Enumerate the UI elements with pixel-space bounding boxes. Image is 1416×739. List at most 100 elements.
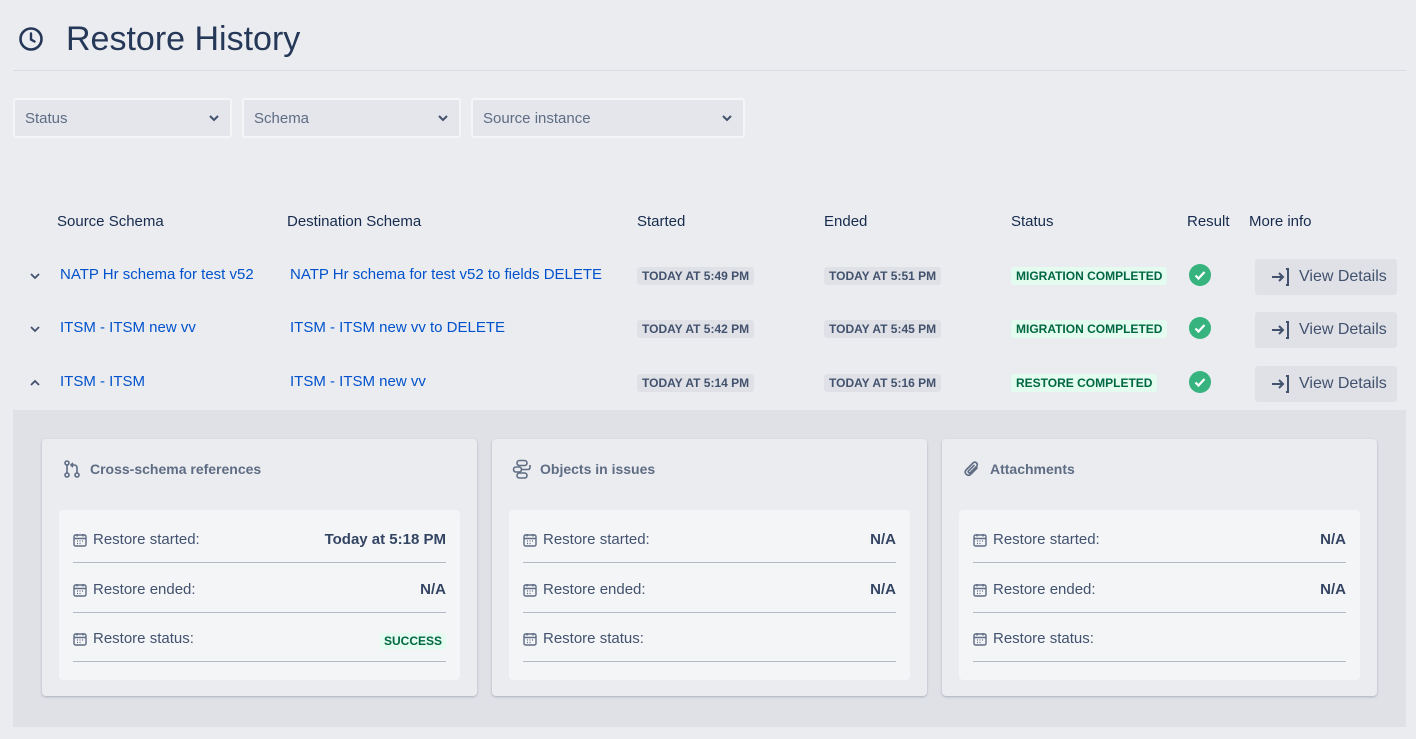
destination-schema-link[interactable]: ITSM - ITSM new vv (290, 373, 426, 390)
restore-started-value: N/A (870, 531, 896, 548)
expand-chevron-icon[interactable] (28, 269, 42, 283)
started-lozenge: TODAY AT 5:49 PM (637, 267, 755, 285)
calendar-icon (973, 633, 987, 646)
restore-started-label: Restore started: (93, 531, 200, 548)
collapse-chevron-icon[interactable] (28, 376, 42, 390)
table-row: ITSM - ITSM new vv ITSM - ITSM new vv to… (0, 305, 1416, 355)
started-lozenge: TODAY AT 5:14 PM (637, 374, 755, 392)
restore-status-label: Restore status: (993, 630, 1094, 647)
column-ended[interactable]: Ended (824, 213, 867, 230)
check-circle-icon (1189, 317, 1211, 339)
calendar-icon (973, 584, 987, 597)
check-circle-icon (1189, 264, 1211, 286)
calendar-icon (523, 584, 537, 597)
view-details-button[interactable]: View Details (1255, 366, 1397, 402)
view-details-label: View Details (1299, 321, 1387, 338)
status-lozenge: MIGRATION COMPLETED (1011, 320, 1168, 338)
column-more-info: More info (1249, 213, 1312, 230)
branch-icon (64, 460, 80, 478)
restore-status-label: Restore status: (543, 630, 644, 647)
restore-status-row: Restore status: (523, 612, 896, 662)
restore-started-row: Restore started: Today at 5:18 PM (73, 513, 446, 563)
ended-lozenge: TODAY AT 5:51 PM (824, 267, 942, 285)
calendar-icon (973, 534, 987, 547)
source-schema-link[interactable]: ITSM - ITSM new vv (60, 319, 196, 336)
card-title: Cross-schema references (62, 459, 261, 479)
status-filter-label: Status (25, 109, 68, 127)
calendar-icon (73, 633, 87, 646)
restore-started-label: Restore started: (993, 531, 1100, 548)
ended-lozenge: TODAY AT 5:45 PM (824, 320, 942, 338)
restore-status-label: Restore status: (93, 630, 194, 647)
view-details-button[interactable]: View Details (1255, 259, 1397, 295)
card-body: Restore started: N/A Restore ended: N/A … (959, 510, 1360, 680)
view-details-button[interactable]: View Details (1255, 312, 1397, 348)
started-lozenge: TODAY AT 5:42 PM (637, 320, 755, 338)
restore-ended-label: Restore ended: (993, 581, 1096, 598)
restore-ended-value: N/A (420, 581, 446, 598)
calendar-icon (523, 534, 537, 547)
clock-icon (19, 27, 43, 51)
restore-started-row: Restore started: N/A (523, 513, 896, 563)
calendar-icon (73, 584, 87, 597)
restore-ended-row: Restore ended: N/A (73, 563, 446, 613)
objects-icon (512, 459, 531, 479)
ended-lozenge: TODAY AT 5:16 PM (824, 374, 942, 392)
source-schema-link[interactable]: NATP Hr schema for test v52 (60, 266, 254, 283)
schema-filter[interactable]: Schema (242, 98, 461, 138)
destination-schema-link[interactable]: ITSM - ITSM new vv to DELETE (290, 319, 505, 336)
column-started[interactable]: Started (637, 213, 685, 230)
restore-ended-value: N/A (1320, 581, 1346, 598)
column-source-schema[interactable]: Source Schema (57, 213, 164, 230)
card-body: Restore started: N/A Restore ended: N/A … (509, 510, 910, 680)
calendar-icon (73, 534, 87, 547)
page-header: Restore History (0, 0, 1416, 72)
restore-started-row: Restore started: N/A (973, 513, 1346, 563)
card-title: Attachments (962, 459, 1075, 479)
table-row: NATP Hr schema for test v52 NATP Hr sche… (0, 252, 1416, 302)
destination-schema-link[interactable]: NATP Hr schema for test v52 to fields DE… (290, 266, 602, 283)
source-instance-filter[interactable]: Source instance (471, 98, 745, 138)
calendar-icon (523, 633, 537, 646)
status-lozenge: RESTORE COMPLETED (1011, 374, 1158, 392)
status-lozenge: MIGRATION COMPLETED (1011, 267, 1168, 285)
source-schema-link[interactable]: ITSM - ITSM (60, 373, 145, 390)
sign-in-icon (1272, 268, 1289, 286)
column-result: Result (1187, 213, 1230, 230)
sign-in-icon (1272, 375, 1289, 393)
header-divider (13, 70, 1406, 71)
paperclip-icon (964, 461, 979, 477)
restore-ended-value: N/A (870, 581, 896, 598)
restore-started-value: N/A (1320, 531, 1346, 548)
view-details-label: View Details (1299, 375, 1387, 392)
column-status[interactable]: Status (1011, 213, 1054, 230)
view-details-label: View Details (1299, 268, 1387, 285)
restore-ended-row: Restore ended: N/A (523, 563, 896, 613)
table-header: Source Schema Destination Schema Started… (0, 213, 1416, 233)
expand-chevron-icon[interactable] (28, 322, 42, 336)
status-filter[interactable]: Status (13, 98, 232, 138)
attachments-card: Attachments Restore started: N/A Restore… (942, 439, 1377, 696)
card-title-text: Attachments (990, 461, 1075, 477)
chevron-down-icon (438, 115, 448, 122)
card-title-text: Objects in issues (540, 461, 656, 477)
row-details-panel: Cross-schema references Restore started:… (13, 410, 1406, 727)
column-destination-schema[interactable]: Destination Schema (287, 213, 421, 230)
check-circle-icon (1189, 371, 1211, 393)
chevron-down-icon (209, 115, 219, 122)
restore-started-value: Today at 5:18 PM (324, 531, 446, 548)
restore-ended-label: Restore ended: (543, 581, 646, 598)
card-title: Objects in issues (512, 459, 655, 479)
restore-status-value: SUCCESS (379, 633, 446, 649)
objects-in-issues-card: Objects in issues Restore started: N/A R… (492, 439, 927, 696)
restore-status-row: Restore status: SUCCESS (73, 612, 446, 662)
filter-bar: Status Schema Source instance (13, 98, 755, 138)
cross-schema-references-card: Cross-schema references Restore started:… (42, 439, 477, 696)
restore-status-row: Restore status: (973, 612, 1346, 662)
restore-ended-label: Restore ended: (93, 581, 196, 598)
card-body: Restore started: Today at 5:18 PM Restor… (59, 510, 460, 680)
sign-in-icon (1272, 321, 1289, 339)
restore-ended-row: Restore ended: N/A (973, 563, 1346, 613)
page-title: Restore History (66, 20, 301, 58)
schema-filter-label: Schema (254, 109, 310, 127)
